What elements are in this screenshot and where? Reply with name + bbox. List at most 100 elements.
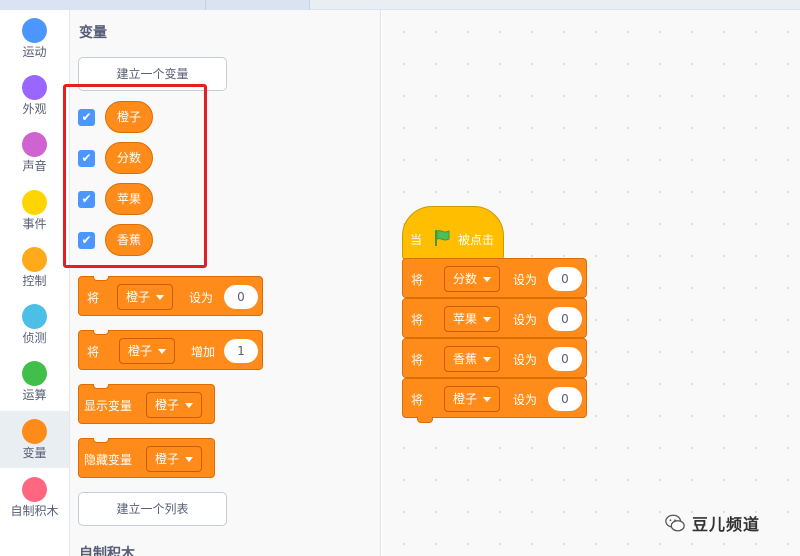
- top-tab-strip: [0, 0, 800, 10]
- variable-dropdown[interactable]: 香蕉: [444, 346, 501, 372]
- category-dot-icon: [22, 18, 47, 43]
- category-label: 声音: [22, 159, 47, 173]
- block-notch: [93, 276, 109, 281]
- category-menu: 运动 外观 声音 事件 控制 侦测 运算 变量 自制积木: [0, 10, 70, 556]
- category-label: 外观: [22, 102, 47, 116]
- value-input[interactable]: 1: [224, 339, 258, 363]
- change-variable-block[interactable]: 将 橙子 增加 1: [78, 330, 263, 370]
- watermark-text: 豆儿频道: [692, 515, 761, 534]
- category-label: 运算: [22, 388, 47, 402]
- make-list-button[interactable]: 建立一个列表: [78, 492, 227, 526]
- category-dot-icon: [22, 419, 47, 444]
- category-label: 运动: [22, 45, 47, 59]
- variable-dropdown[interactable]: 橙子: [146, 446, 203, 472]
- block-text: 隐藏变量: [84, 453, 133, 467]
- category-dot-icon: [22, 304, 47, 329]
- category-label: 控制: [22, 274, 47, 288]
- block-text: 显示变量: [84, 399, 133, 413]
- value-input[interactable]: 0: [548, 347, 582, 371]
- dropdown-value: 分数: [453, 272, 478, 286]
- caret-down-icon: [483, 277, 492, 282]
- section-title-variables: 变量: [79, 25, 107, 41]
- category-control[interactable]: 控制: [0, 239, 69, 296]
- watermark: 豆儿频道: [664, 508, 760, 538]
- dropdown-value: 橙子: [155, 398, 180, 412]
- dropdown-value: 苹果: [453, 312, 478, 326]
- variable-dropdown[interactable]: 橙子: [146, 392, 203, 418]
- block-text: 被点击: [458, 233, 495, 247]
- category-looks[interactable]: 外观: [0, 67, 69, 124]
- category-sensing[interactable]: 侦测: [0, 296, 69, 353]
- value-input[interactable]: 0: [548, 267, 582, 291]
- category-label: 自制积木: [10, 504, 59, 518]
- category-dot-icon: [22, 132, 47, 157]
- block-bottom-tab: [417, 417, 433, 423]
- block-text: 设为: [189, 291, 214, 305]
- category-dot-icon: [22, 477, 47, 502]
- set-variable-block[interactable]: 将 橙子 设为 0: [78, 276, 263, 316]
- block-text: 将: [411, 353, 424, 367]
- tab-costumes[interactable]: [206, 0, 310, 10]
- block-text: 设为: [513, 353, 538, 367]
- category-operators[interactable]: 运算: [0, 353, 69, 410]
- green-flag-icon: [435, 230, 450, 246]
- category-motion[interactable]: 运动: [0, 10, 69, 67]
- dropdown-value: 橙子: [453, 392, 478, 406]
- category-my-blocks[interactable]: 自制积木: [0, 469, 69, 526]
- category-dot-icon: [22, 247, 47, 272]
- category-sound[interactable]: 声音: [0, 124, 69, 181]
- category-events[interactable]: 事件: [0, 182, 69, 239]
- caret-down-icon: [185, 403, 194, 408]
- variable-dropdown[interactable]: 橙子: [117, 284, 174, 310]
- set-variable-block[interactable]: 将 橙子 设为 0: [402, 378, 587, 423]
- caret-down-icon: [156, 295, 165, 300]
- category-dot-icon: [22, 75, 47, 100]
- category-dot-icon: [22, 190, 47, 215]
- caret-down-icon: [483, 397, 492, 402]
- dropdown-value: 橙子: [128, 344, 153, 358]
- highlight-box: [63, 84, 207, 268]
- variable-dropdown[interactable]: 苹果: [444, 306, 501, 332]
- variable-dropdown[interactable]: 分数: [444, 266, 501, 292]
- dropdown-value: 香蕉: [453, 352, 478, 366]
- script-workspace[interactable]: 当 被点击 将 分数 设为 0 将 苹果 设为 0 将 香蕉 设为 0 将 橙子…: [382, 10, 800, 556]
- dropdown-value: 橙子: [155, 452, 180, 466]
- block-text: 将: [411, 313, 424, 327]
- category-label: 事件: [22, 217, 47, 231]
- set-variable-block[interactable]: 将 苹果 设为 0: [402, 298, 587, 338]
- caret-down-icon: [185, 457, 194, 462]
- value-input[interactable]: 0: [548, 387, 582, 411]
- variable-dropdown[interactable]: 橙子: [444, 386, 501, 412]
- block-text: 设为: [513, 393, 538, 407]
- block-notch: [93, 330, 109, 335]
- block-notch: [93, 384, 109, 389]
- block-text: 当: [410, 233, 423, 247]
- category-variables[interactable]: 变量: [0, 411, 69, 468]
- set-variable-block[interactable]: 将 分数 设为 0: [402, 258, 587, 298]
- value-input[interactable]: 0: [224, 285, 258, 309]
- section-title-my-blocks: 自制积木: [79, 546, 135, 556]
- caret-down-icon: [483, 317, 492, 322]
- block-text: 将: [411, 393, 424, 407]
- category-dot-icon: [22, 361, 47, 386]
- block-text: 将: [87, 291, 100, 305]
- show-variable-block[interactable]: 显示变量 橙子: [78, 384, 215, 424]
- block-text: 增加: [191, 345, 216, 359]
- dropdown-value: 橙子: [126, 290, 151, 304]
- caret-down-icon: [158, 349, 167, 354]
- hide-variable-block[interactable]: 隐藏变量 橙子: [78, 438, 215, 478]
- wechat-icon: [665, 514, 685, 532]
- block-text: 将: [87, 345, 100, 359]
- caret-down-icon: [483, 357, 492, 362]
- block-text: 设为: [513, 313, 538, 327]
- category-label: 变量: [22, 446, 47, 460]
- block-text: 将: [411, 273, 424, 287]
- set-variable-block[interactable]: 将 香蕉 设为 0: [402, 338, 587, 378]
- value-input[interactable]: 0: [548, 307, 582, 331]
- when-flag-clicked-block[interactable]: 当 被点击: [402, 206, 504, 260]
- tab-code[interactable]: [0, 0, 206, 10]
- block-notch: [93, 438, 109, 443]
- block-text: 设为: [513, 273, 538, 287]
- category-label: 侦测: [22, 331, 47, 345]
- variable-dropdown[interactable]: 橙子: [119, 338, 176, 364]
